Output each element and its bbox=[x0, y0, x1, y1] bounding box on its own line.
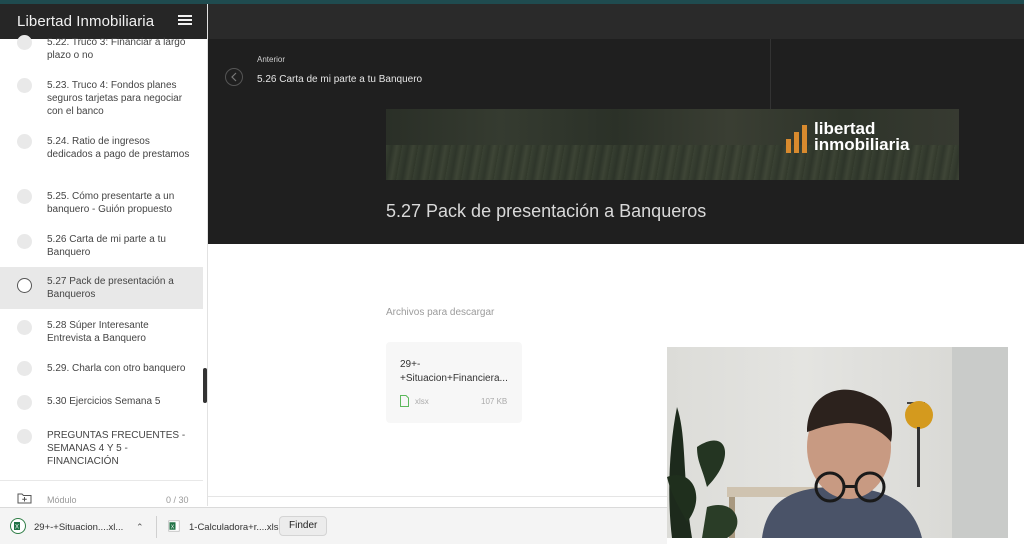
lesson-title: 5.25. Cómo presentarte a un banquero - G… bbox=[47, 191, 175, 215]
lesson-item[interactable]: 5.28 Súper Interesante Entrevista a Banq… bbox=[0, 309, 203, 352]
lesson-item[interactable]: 5.26 Carta de mi parte a tu Banquero bbox=[0, 222, 203, 267]
lesson-status-icon bbox=[17, 395, 32, 410]
chevron-left-icon bbox=[225, 68, 243, 86]
lesson-item[interactable]: 5.25. Cómo presentarte a un banquero - G… bbox=[0, 177, 203, 222]
file-icon bbox=[400, 395, 409, 407]
lesson-title: 5.27 Pack de presentación a Banqueros bbox=[47, 276, 174, 300]
webcam-video bbox=[667, 347, 1008, 538]
lesson-status-icon bbox=[17, 278, 32, 293]
module-label: Módulo bbox=[47, 495, 77, 505]
lesson-item[interactable]: 5.23. Truco 4: Fondos planes seguros tar… bbox=[0, 67, 203, 122]
lesson-item-active[interactable]: 5.27 Pack de presentación a Banqueros bbox=[0, 267, 203, 309]
lesson-title: 5.29. Charla con otro banquero bbox=[47, 363, 186, 374]
lesson-title: 5.28 Súper Interesante Entrevista a Banq… bbox=[47, 320, 149, 344]
excel-icon: X bbox=[168, 520, 180, 532]
sidebar-scrollbar[interactable] bbox=[203, 368, 207, 403]
lesson-status-icon bbox=[17, 234, 32, 249]
divider bbox=[156, 516, 157, 538]
download-file-name: 1-Calculadora+r....xls bbox=[189, 522, 279, 533]
hamburger-menu-icon[interactable] bbox=[178, 13, 192, 27]
sidebar: Libertad Inmobiliaria 5.22. Truco 3: Fin… bbox=[0, 4, 208, 506]
lesson-item[interactable]: 5.22. Truco 3: Financiar a largo plazo o… bbox=[0, 34, 203, 67]
lesson-item[interactable]: 5.24. Ratio de ingresos dedicados a pago… bbox=[0, 122, 203, 177]
downloads-heading: Archivos para descargar bbox=[386, 307, 495, 318]
lesson-status-icon bbox=[17, 78, 32, 93]
previous-lesson-link[interactable]: Anterior 5.26 Carta de mi parte a tu Ban… bbox=[208, 39, 771, 109]
lesson-status-icon bbox=[17, 189, 32, 204]
lesson-status-icon bbox=[17, 134, 32, 149]
lesson-banner-image: libertad inmobiliaria bbox=[386, 109, 959, 180]
divider bbox=[208, 496, 668, 497]
lesson-title: 5.22. Truco 3: Financiar a largo plazo o… bbox=[47, 37, 186, 61]
brand-logo: libertad inmobiliaria bbox=[786, 119, 936, 155]
excel-icon: X bbox=[10, 518, 26, 534]
lesson-item[interactable]: 5.30 Ejercicios Semana 5 bbox=[0, 385, 203, 418]
download-file-name: 29+-+Situacion....xl... bbox=[34, 522, 124, 533]
folder-add-icon bbox=[17, 493, 32, 504]
page-title: 5.27 Pack de presentación a Banqueros bbox=[386, 201, 707, 221]
logo-text: libertad inmobiliaria bbox=[814, 119, 910, 154]
svg-text:X: X bbox=[171, 524, 175, 530]
previous-title: 5.26 Carta de mi parte a tu Banquero bbox=[257, 74, 423, 85]
lesson-title: 5.24. Ratio de ingresos dedicados a pago… bbox=[47, 136, 190, 160]
lesson-title: PREGUNTAS FRECUENTES - SEMANAS 4 Y 5 - F… bbox=[47, 430, 186, 467]
logo-bars-icon bbox=[786, 125, 810, 153]
file-size: 107 KB bbox=[481, 397, 508, 406]
download-item[interactable]: X 29+-+Situacion....xl... ⌃ bbox=[10, 508, 150, 544]
screen: Libertad Inmobiliaria 5.22. Truco 3: Fin… bbox=[0, 0, 1024, 544]
lesson-status-icon bbox=[17, 429, 32, 444]
lesson-status-icon bbox=[17, 361, 32, 376]
webcam-scene bbox=[667, 347, 1008, 538]
lesson-title: 5.23. Truco 4: Fondos planes seguros tar… bbox=[47, 80, 183, 117]
lesson-title: 5.26 Carta de mi parte a tu Banquero bbox=[47, 234, 166, 258]
module-footer: Módulo 0 / 30 bbox=[0, 480, 203, 506]
previous-label: Anterior bbox=[257, 55, 286, 64]
download-item[interactable]: X 1-Calculadora+r....xls bbox=[168, 508, 288, 544]
file-download-card[interactable]: 29+-+Situacion+Financiera... xlsx 107 KB bbox=[386, 342, 522, 423]
lesson-status-icon bbox=[17, 35, 32, 50]
chevron-up-icon[interactable]: ⌃ bbox=[136, 522, 144, 533]
module-progress-count: 0 / 30 bbox=[166, 495, 189, 505]
lesson-item[interactable]: 5.29. Charla con otro banquero bbox=[0, 352, 203, 385]
brand-title: Libertad Inmobiliaria bbox=[17, 13, 155, 30]
main-top-bar bbox=[208, 4, 1024, 39]
browser-download-bar: X 29+-+Situacion....xl... ⌃ X 1-Calculad… bbox=[0, 507, 667, 544]
file-type: xlsx bbox=[415, 397, 429, 406]
finder-tooltip: Finder bbox=[279, 516, 328, 536]
lesson-item[interactable]: PREGUNTAS FRECUENTES - SEMANAS 4 Y 5 - F… bbox=[0, 418, 203, 476]
file-name: 29+-+Situacion+Financiera... bbox=[400, 359, 508, 384]
svg-text:X: X bbox=[15, 525, 19, 531]
lesson-status-icon bbox=[17, 320, 32, 335]
lesson-title: 5.30 Ejercicios Semana 5 bbox=[47, 396, 161, 407]
